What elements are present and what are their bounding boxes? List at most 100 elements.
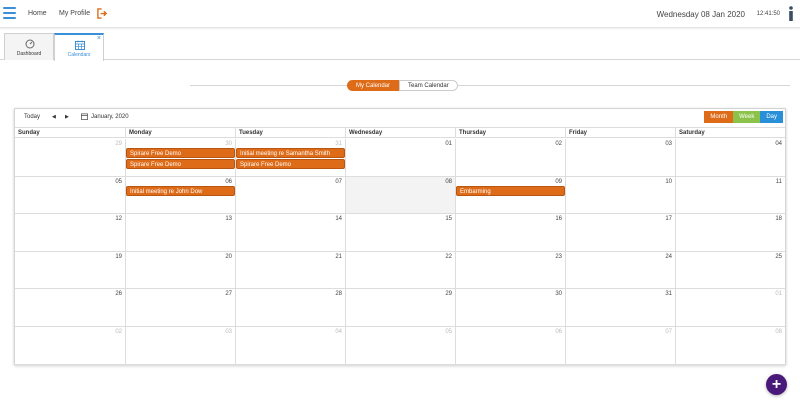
day-cell[interactable]: 02: [15, 327, 125, 365]
day-number: 08: [775, 329, 782, 335]
day-cell[interactable]: 15: [345, 214, 455, 252]
week-view-button[interactable]: Week: [733, 111, 761, 123]
day-cell[interactable]: 28: [235, 289, 345, 327]
day-name-row: Sunday Monday Tuesday Wednesday Thursday Frid…: [15, 127, 785, 138]
day-cell[interactable]: 19: [15, 252, 125, 290]
calendar-event[interactable]: Initial meeting re John Dow: [126, 185, 235, 196]
day-cell[interactable]: 04: [235, 327, 345, 365]
day-number: 31: [335, 141, 342, 147]
day-cell[interactable]: 17: [565, 214, 675, 252]
prev-month-button[interactable]: ◀: [52, 114, 56, 120]
calendar-event[interactable]: Initial meeting re Samantha Smith: [236, 148, 345, 158]
day-cell[interactable]: 18: [675, 214, 785, 252]
calendar-grid: 29 30 31 01 02 03 04 05 06 07 08 09 10 11 12 13 14 15 16 17…: [15, 139, 785, 365]
menu-icon[interactable]: [3, 7, 16, 19]
tab-dashboard[interactable]: Dashboard: [4, 33, 54, 60]
calendar-switch: My Calendar Team Calendar: [347, 80, 458, 91]
day-number: 17: [665, 216, 672, 223]
day-cell[interactable]: 07: [565, 327, 675, 365]
day-cell[interactable]: 31: [565, 289, 675, 327]
tab-calendars[interactable]: Calendars ×: [54, 33, 104, 61]
day-cell[interactable]: 07: [235, 176, 345, 215]
day-cell[interactable]: 04: [675, 139, 785, 177]
day-number: 30: [225, 141, 232, 147]
next-month-button[interactable]: ▶: [65, 114, 69, 120]
logout-icon[interactable]: [97, 8, 108, 19]
current-date: Wednesday 08 Jan 2020: [656, 10, 745, 19]
day-number: 10: [665, 178, 672, 185]
info-icon[interactable]: [787, 6, 795, 22]
calendar-event[interactable]: Spirare Free Demo: [236, 159, 345, 169]
day-number: 27: [225, 291, 232, 298]
calendar-event[interactable]: Spirare Free Demo: [126, 159, 235, 169]
day-cell[interactable]: 05: [345, 327, 455, 365]
day-number: 29: [115, 141, 122, 147]
top-bar: Home My Profile Wednesday 08 Jan 2020 12…: [0, 0, 800, 28]
day-cell[interactable]: 23: [455, 251, 565, 290]
day-cell[interactable]: 16: [455, 214, 565, 252]
switch-divider: [190, 85, 790, 86]
day-cell[interactable]: 01: [675, 289, 785, 327]
dashboard-icon: [25, 39, 35, 49]
day-cell[interactable]: 21: [235, 251, 345, 290]
day-number: 31: [665, 291, 672, 298]
day-number: 22: [445, 253, 452, 260]
day-name-saturday: Saturday: [675, 128, 785, 138]
day-number: 24: [665, 253, 672, 260]
day-number: 19: [115, 253, 122, 260]
day-cell[interactable]: 25: [675, 251, 785, 290]
day-cell[interactable]: 12: [15, 214, 125, 252]
day-cell[interactable]: 13: [125, 214, 235, 252]
day-number: 07: [335, 178, 342, 185]
day-name-friday: Friday: [565, 128, 675, 138]
day-number: 20: [225, 253, 232, 260]
day-number: 23: [555, 253, 562, 260]
day-view-button[interactable]: Day: [760, 111, 783, 123]
view-switcher: Month Week Day: [704, 111, 783, 123]
day-cell[interactable]: 08: [345, 176, 455, 215]
day-cell[interactable]: 27: [125, 289, 235, 327]
day-cell[interactable]: 30: [455, 289, 565, 327]
day-cell[interactable]: 29: [345, 289, 455, 327]
day-name-tuesday: Tuesday: [235, 128, 345, 138]
day-cell[interactable]: 03: [125, 327, 235, 365]
team-calendar-button[interactable]: Team Calendar: [399, 80, 458, 91]
day-cell[interactable]: 20: [125, 251, 235, 290]
day-name-thursday: Thursday: [455, 128, 565, 138]
day-cell[interactable]: 06: [455, 327, 565, 365]
day-cell[interactable]: 22: [345, 251, 455, 290]
day-number: 03: [225, 329, 232, 335]
today-button[interactable]: Today: [24, 114, 40, 120]
date-picker-icon[interactable]: [81, 113, 88, 120]
tab-bar: Dashboard Calendars ×: [0, 32, 800, 61]
day-number: 04: [335, 329, 342, 335]
nav-profile-link[interactable]: My Profile: [59, 10, 90, 17]
add-event-button[interactable]: +: [766, 374, 787, 395]
nav-home-link[interactable]: Home: [28, 10, 47, 17]
day-cell[interactable]: 01: [345, 139, 455, 177]
day-cell[interactable]: 10: [565, 176, 675, 215]
my-calendar-button[interactable]: My Calendar: [347, 80, 400, 91]
day-cell[interactable]: 14: [235, 214, 345, 252]
day-number: 25: [775, 253, 782, 260]
day-name-wednesday: Wednesday: [345, 128, 455, 138]
close-tab-icon[interactable]: ×: [97, 35, 101, 42]
day-cell[interactable]: 29: [15, 139, 125, 177]
month-view-button[interactable]: Month: [704, 111, 734, 123]
day-cell[interactable]: 05: [15, 177, 125, 215]
day-number: 15: [445, 216, 452, 223]
day-cell[interactable]: 26: [15, 289, 125, 327]
day-number: 04: [775, 141, 782, 147]
calendar-toolbar: Today ◀ ▶ January, 2020 Month Week Day: [15, 109, 785, 127]
day-cell[interactable]: 03: [565, 139, 675, 177]
calendar-event[interactable]: Embarming: [456, 185, 565, 196]
day-cell[interactable]: 11: [675, 176, 785, 215]
day-number: 09: [555, 178, 562, 185]
day-number: 13: [225, 216, 232, 223]
calendar-event[interactable]: Spirare Free Demo: [126, 148, 235, 158]
calendar-icon: [75, 40, 85, 50]
day-cell[interactable]: 08: [675, 327, 785, 365]
day-number: 21: [335, 253, 342, 260]
day-cell[interactable]: 02: [455, 139, 565, 177]
day-cell[interactable]: 24: [565, 251, 675, 290]
